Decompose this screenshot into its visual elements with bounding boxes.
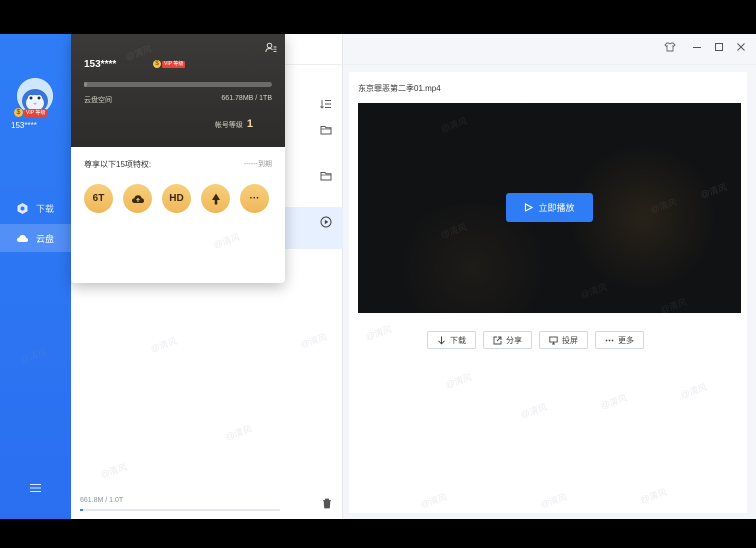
perk-more[interactable]: ··· [240,184,269,213]
vip-level-tag: VIP 等级 [24,108,48,117]
account-settings-icon[interactable] [265,42,277,53]
vip-popover-header: 153**** $ VIP 等级 云盘空间 661.78MB / 1TB 帐号等… [71,34,285,147]
cast-icon [549,336,558,344]
minimize-icon[interactable] [691,41,703,53]
preview-filename: 东京罪恶第二季01.mp4 [358,84,441,93]
video-player[interactable]: 立即播放 [358,103,741,313]
close-icon[interactable] [735,41,747,53]
sidebar-item-cloud[interactable]: 云盘 [0,224,71,252]
selected-file-row[interactable] [285,207,343,249]
maximize-icon[interactable] [713,41,725,53]
perk-hd[interactable]: HD [162,184,191,213]
menu-icon[interactable] [29,483,42,493]
play-now-label: 立即播放 [538,203,575,213]
cloud-storage-label: 云盘空间 [84,97,112,104]
coin-icon: $ [153,60,161,68]
hd-icon: HD [169,193,184,204]
play-now-button[interactable]: 立即播放 [506,193,593,222]
play-icon [525,203,534,212]
cloud-storage-bar [84,82,272,87]
vip-popover: 153**** $ VIP 等级 云盘空间 661.78MB / 1TB 帐号等… [71,34,285,283]
account-level: 帐号等级 1 [215,118,253,130]
download-button[interactable]: 下载 [427,331,476,349]
expire-date: ------到期 [244,161,272,168]
preview-actions: 下载 分享 投屏 更多 [427,331,644,349]
sidebar-username: 153**** [11,121,37,130]
cast-label: 投屏 [562,335,578,345]
vip-badge: $ VIP 等级 [153,60,186,68]
more-label: 更多 [618,335,634,345]
sidebar: $ VIP 等级 153**** 下载 云盘 [0,34,71,519]
sort-icon[interactable] [320,99,332,109]
cast-button[interactable]: 投屏 [539,331,588,349]
storage-usage-fill [80,509,83,511]
letterbox-top [0,0,756,34]
download-gear-icon [17,202,28,214]
vip-badge: $ VIP 等级 [14,108,48,117]
folder-icon[interactable] [320,170,332,182]
more-button[interactable]: 更多 [595,331,644,349]
vip-level-tag: VIP 等级 [162,60,186,68]
perks-title: 尊享以下15项特权: [84,160,152,169]
more-dots-icon [605,339,614,341]
cloud-storage-value: 661.78MB / 1TB [221,95,272,102]
6t-icon: 6T [92,193,105,204]
perk-cloud-upload[interactable] [123,184,152,213]
folder-icon[interactable] [320,124,332,136]
account-level-value: 1 [246,118,253,130]
app-window: $ VIP 等级 153**** 下载 云盘 661.8M / 1.0T 东京罪… [0,34,756,519]
perk-6t[interactable]: 6T [84,184,113,213]
play-circle-icon[interactable] [320,216,332,228]
sidebar-item-label: 下载 [36,203,55,214]
skin-icon[interactable] [664,41,676,53]
sidebar-item-download[interactable]: 下载 [0,194,71,222]
coin-icon: $ [14,108,23,117]
download-label: 下载 [450,335,466,345]
cloud-icon [17,234,28,242]
perk-speed-up[interactable] [201,184,230,213]
speed-up-icon [211,193,220,204]
preview-panel: 东京罪恶第二季01.mp4 立即播放 下载 分享 投屏 更多 [349,72,747,513]
download-icon [438,336,445,345]
cloud-storage-fill [84,82,87,87]
share-button[interactable]: 分享 [483,331,532,349]
account-level-label: 帐号等级 [214,122,243,129]
titlebar-divider [343,64,756,65]
storage-usage-bar [80,509,280,511]
share-icon [493,336,502,344]
more-icon: ··· [249,193,260,204]
popover-username: 153**** [84,59,117,70]
storage-usage-text: 661.8M / 1.0T [80,497,124,504]
cloud-upload-icon [131,194,144,203]
share-label: 分享 [506,335,522,345]
sidebar-item-label: 云盘 [36,233,55,244]
trash-icon[interactable] [322,498,332,509]
perks-row: 6T HD ··· [84,184,269,213]
letterbox-bottom [0,519,756,548]
